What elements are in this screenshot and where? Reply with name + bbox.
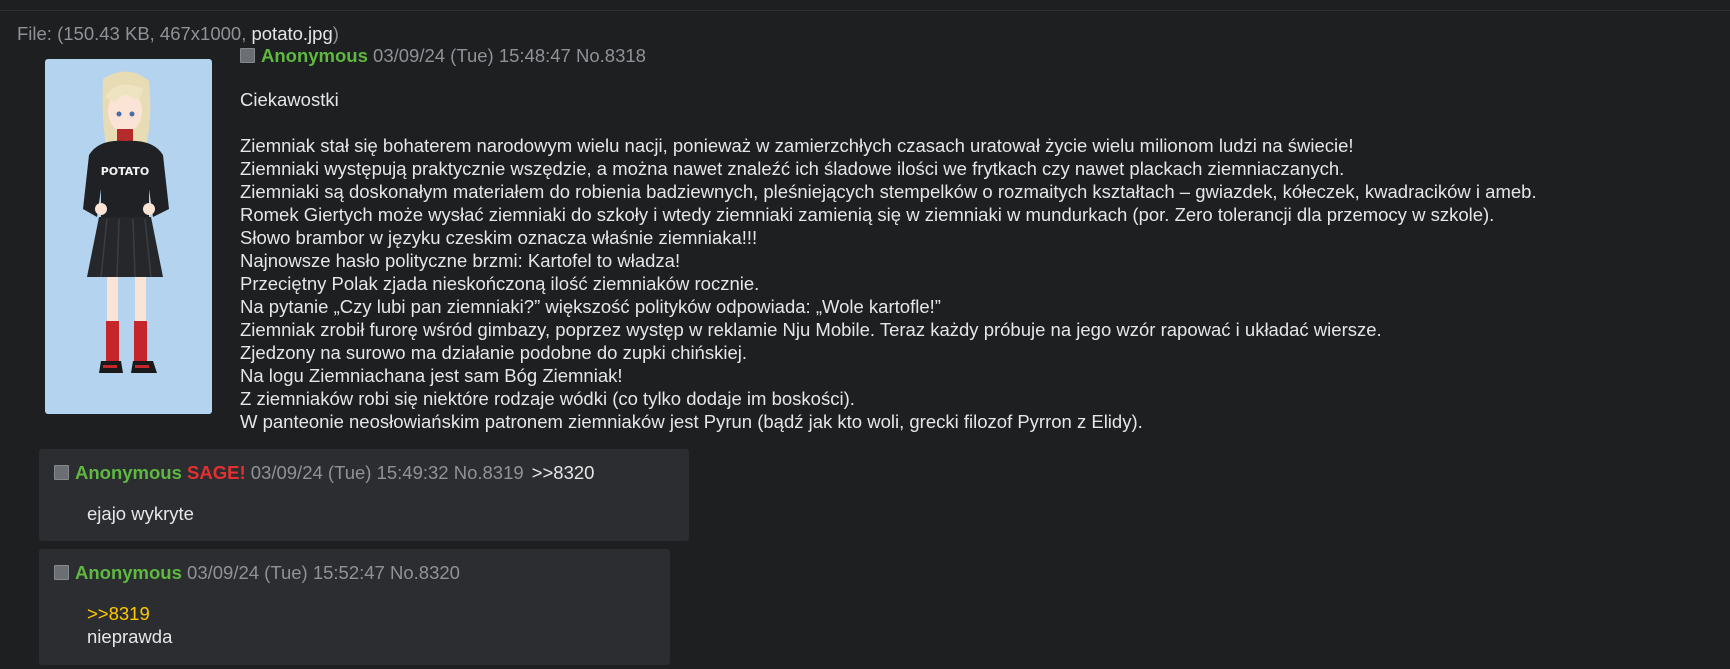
reply-post-meta[interactable]: 03/09/24 (Tue) 15:49:32 No.8319 (251, 462, 524, 483)
op-line: Z ziemniaków robi się niektóre rodzaje w… (240, 388, 855, 409)
file-info-suffix: ) (332, 23, 339, 44)
op-line: Najnowsze hasło polityczne brzmi: Kartof… (240, 250, 681, 271)
file-info-prefix: File: (150.43 KB, 467x1000, (17, 23, 252, 44)
reply-body: ejajo wykryte (87, 502, 194, 525)
reply-text: nieprawda (87, 626, 173, 647)
op-post-meta[interactable]: 03/09/24 (Tue) 15:48:47 No.8318 (373, 45, 646, 66)
op-line: Zjedzony na surowo ma działanie podobne … (240, 342, 747, 363)
reply-post-8319: Anonymous SAGE! 03/09/24 (Tue) 15:49:32 … (39, 449, 689, 541)
reply-post-header: Anonymous SAGE! 03/09/24 (Tue) 15:49:32 … (54, 461, 594, 485)
op-line: Przeciętny Polak zjada nieskończoną iloś… (240, 273, 760, 294)
file-info: File: (150.43 KB, 467x1000, potato.jpg) (17, 22, 339, 45)
op-line: Ziemniak zrobił furorę wśród gimbazy, po… (240, 319, 1382, 340)
reply-poster-name: Anonymous (75, 462, 182, 483)
file-name-link[interactable]: potato.jpg (251, 23, 332, 44)
shirt-print-text: POTATO (101, 165, 150, 178)
reply-text: ejajo wykryte (87, 503, 194, 524)
op-post-body: Ciekawostki Ziemniak stał się bohaterem … (240, 88, 1720, 433)
post-thumbnail[interactable]: POTATO (45, 59, 212, 414)
reply-post-8320: Anonymous 03/09/24 (Tue) 15:52:47 No.832… (39, 549, 670, 665)
quote-link[interactable]: >>8319 (87, 602, 172, 625)
op-poster-name: Anonymous (261, 45, 368, 66)
op-line: Na pytanie „Czy lubi pan ziemniaki?” wię… (240, 296, 941, 317)
reply-post-meta[interactable]: 03/09/24 (Tue) 15:52:47 No.8320 (187, 562, 460, 583)
op-line: Ziemniaki występują praktycznie wszędzie… (240, 158, 1345, 179)
op-line: W panteonie neosłowiańskim patronem ziem… (240, 411, 1143, 432)
op-line: Słowo brambor w języku czeskim oznacza w… (240, 227, 758, 248)
reply-poster-name: Anonymous (75, 562, 182, 583)
op-post-header: Anonymous 03/09/24 (Tue) 15:48:47 No.831… (240, 44, 1720, 68)
op-line: Romek Giertych może wysłać ziemniaki do … (240, 204, 1495, 225)
op-subject: Ciekawostki (240, 89, 339, 110)
reply-post-header: Anonymous 03/09/24 (Tue) 15:52:47 No.832… (54, 561, 460, 585)
sage-label: SAGE! (187, 462, 246, 483)
op-line: Ziemniaki są doskonałym materiałem do ro… (240, 181, 1537, 202)
reply-select-checkbox[interactable] (54, 465, 69, 480)
reply-select-checkbox[interactable] (54, 565, 69, 580)
op-select-checkbox[interactable] (240, 48, 255, 63)
op-post: Anonymous 03/09/24 (Tue) 15:48:47 No.831… (240, 44, 1720, 433)
op-line: Na logu Ziemniachana jest sam Bóg Ziemni… (240, 365, 623, 386)
op-line: Ziemniak stał się bohaterem narodowym wi… (240, 135, 1354, 156)
backlink[interactable]: >>8320 (532, 462, 595, 483)
top-divider (0, 0, 1730, 11)
reply-body: >>8319 nieprawda (87, 602, 172, 648)
